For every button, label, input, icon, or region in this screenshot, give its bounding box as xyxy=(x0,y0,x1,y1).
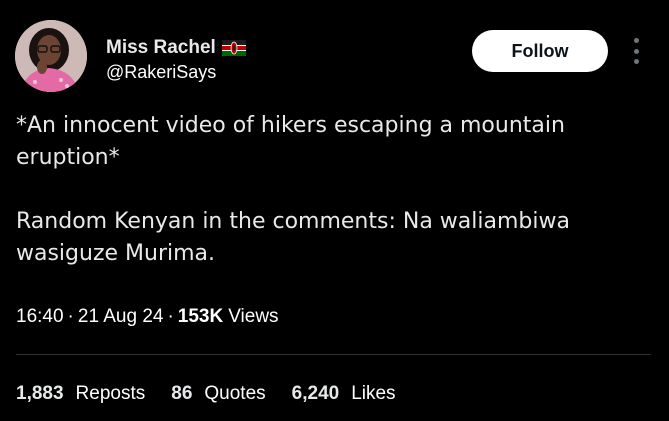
tweet-text: *An innocent video of hikers escaping a … xyxy=(16,110,636,270)
quotes-count: 86 xyxy=(171,383,193,404)
separator-dot: · xyxy=(167,306,174,327)
tweet-card: Miss Rachel @RakeriSays Follow *An innoc… xyxy=(0,0,669,421)
reposts-count: 1,883 xyxy=(16,383,64,404)
more-dot xyxy=(633,48,639,54)
more-dot xyxy=(633,59,639,64)
tweet-time[interactable]: 16:40 xyxy=(16,306,64,328)
author-name-row[interactable]: Miss Rachel xyxy=(106,37,246,59)
more-dot xyxy=(633,38,639,43)
author-display-name[interactable]: Miss Rachel xyxy=(106,37,216,59)
more-options-icon[interactable] xyxy=(626,38,646,64)
likes-label: Likes xyxy=(351,383,396,404)
quotes-stat[interactable]: 86 Quotes xyxy=(171,383,265,405)
tweet-paragraph: *An innocent video of hikers escaping a … xyxy=(16,113,565,170)
tweet-paragraph: Random Kenyan in the comments: Na waliam… xyxy=(16,209,570,266)
avatar[interactable] xyxy=(15,20,87,92)
quotes-label: Quotes xyxy=(204,383,266,404)
reposts-stat[interactable]: 1,883 Reposts xyxy=(16,383,145,405)
views-label: Views xyxy=(228,306,279,327)
engagement-stats: 1,883 Reposts 86 Quotes 6,240 Likes xyxy=(16,383,422,405)
tweet-date[interactable]: 21 Aug 24 xyxy=(78,306,164,328)
author-handle[interactable]: @RakeriSays xyxy=(106,62,216,83)
divider xyxy=(16,354,651,355)
likes-count: 6,240 xyxy=(291,383,340,404)
kenya-flag-icon xyxy=(221,40,246,56)
likes-stat[interactable]: 6,240 Likes xyxy=(292,383,396,405)
avatar-image xyxy=(15,20,87,92)
separator-dot: · xyxy=(67,306,74,327)
views-count: 153K xyxy=(177,306,224,327)
tweet-meta: 16:40 · 21 Aug 24 · 153K Views xyxy=(16,306,279,328)
reposts-label: Reposts xyxy=(75,383,146,404)
follow-button[interactable]: Follow xyxy=(472,30,608,72)
